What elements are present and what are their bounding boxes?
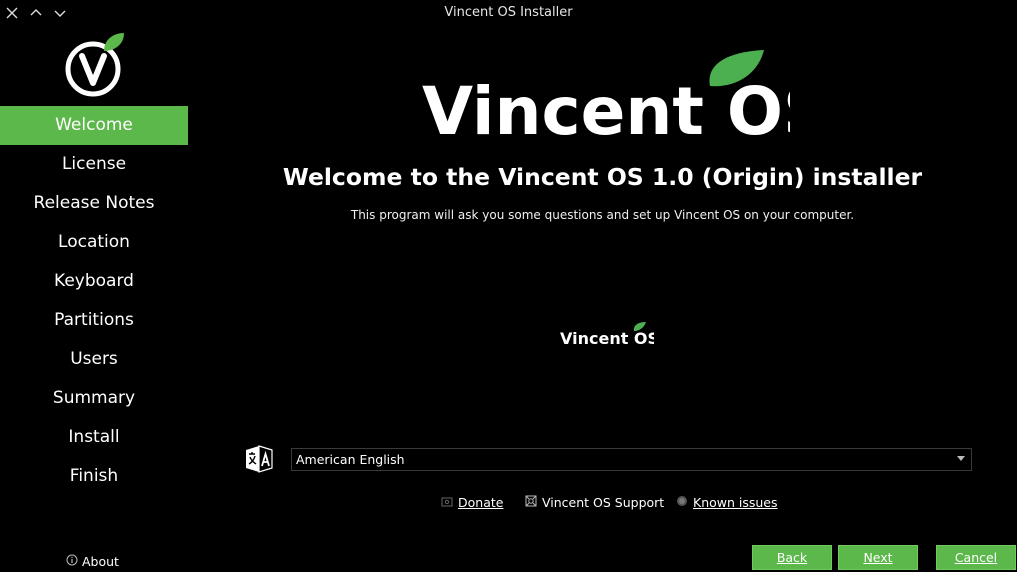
known-issues-link[interactable]: Known issues [676,495,778,510]
sidebar: Welcome License Release Notes Location K… [0,26,188,572]
sidebar-item-welcome[interactable]: Welcome [0,106,188,145]
donate-label: Donate [458,495,504,510]
support-label: Vincent OS Support [542,495,665,510]
language-select[interactable]: American English [291,448,972,471]
sidebar-item-keyboard[interactable]: Keyboard [0,262,188,301]
cancel-button-label: Cancel [954,550,998,565]
support-icon [525,495,537,510]
vincent-logo-icon [62,31,126,97]
sidebar-item-users[interactable]: Users [0,340,188,379]
logo-text: Vincent OS [422,73,790,142]
next-button-label: Next [863,550,893,565]
page-title: Welcome to the Vincent OS 1.0 (Origin) i… [282,163,923,191]
bug-icon [676,495,688,510]
back-button[interactable]: Back [752,545,832,570]
donate-icon [441,495,453,510]
chevron-down-icon [957,456,965,461]
sidebar-item-summary[interactable]: Summary [0,379,188,418]
vincent-os-small-logo: Vincent OS [560,322,654,348]
next-button[interactable]: Next [838,545,918,570]
vincent-os-logo: Vincent OS [422,50,790,142]
sidebar-item-release-notes[interactable]: Release Notes [0,184,188,223]
sidebar-item-location[interactable]: Location [0,223,188,262]
back-button-label: Back [776,550,808,565]
sidebar-item-finish[interactable]: Finish [0,457,188,496]
window-titlebar: Vincent OS Installer [0,0,1017,26]
language-select-value: American English [296,452,405,467]
sidebar-nav: Welcome License Release Notes Location K… [0,106,188,496]
sidebar-item-license[interactable]: License [0,145,188,184]
donate-link[interactable]: Donate [441,495,503,510]
info-icon [66,554,78,569]
sidebar-item-install[interactable]: Install [0,418,188,457]
window-title: Vincent OS Installer [444,5,573,20]
about-label: About [82,554,119,569]
translate-icon [244,444,274,474]
support-link[interactable]: Vincent OS Support [525,495,664,510]
sidebar-item-partitions[interactable]: Partitions [0,301,188,340]
cancel-button[interactable]: Cancel [936,545,1016,570]
page-subtitle: This program will ask you some questions… [350,208,855,222]
main-content: Vincent OS Welcome to the Vincent OS 1.0… [188,26,1017,572]
known-issues-label: Known issues [693,495,778,510]
small-logo-text: Vincent OS [560,329,654,348]
links-row: Donate Vincent OS Support Known issues [188,495,1017,513]
about-button[interactable]: About [66,554,119,569]
